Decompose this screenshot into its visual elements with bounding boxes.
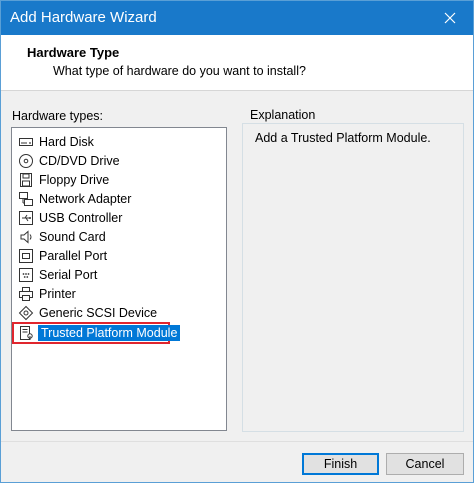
- list-item-hard-disk[interactable]: Hard Disk: [18, 133, 218, 151]
- window-title: Add Hardware Wizard: [10, 9, 157, 26]
- list-item-generic-scsi-device[interactable]: Generic SCSI Device: [18, 304, 218, 322]
- list-item-network-adapter[interactable]: Network Adapter: [18, 190, 218, 208]
- add-hardware-wizard-window: Add Hardware Wizard Hardware Type What t…: [0, 0, 474, 483]
- sound-card-icon: [18, 229, 34, 245]
- list-item-serial-port[interactable]: Serial Port: [18, 266, 218, 284]
- finish-button[interactable]: Finish: [302, 453, 379, 475]
- usb-controller-icon: [18, 210, 34, 226]
- list-item-trusted-platform-module[interactable]: Trusted Platform Module: [12, 322, 181, 344]
- title-bar[interactable]: Add Hardware Wizard: [1, 1, 473, 35]
- list-item-parallel-port[interactable]: Parallel Port: [18, 247, 218, 265]
- close-button[interactable]: [427, 1, 473, 35]
- selected-item-label: Trusted Platform Module: [38, 325, 181, 341]
- tpm-icon: [18, 325, 34, 341]
- close-icon: [444, 12, 456, 24]
- list-item-cd-dvd-drive[interactable]: CD/DVD Drive: [18, 152, 218, 170]
- page-subtitle: What type of hardware do you want to ins…: [53, 64, 306, 78]
- network-adapter-icon: [18, 191, 34, 207]
- cd-dvd-drive-icon: [18, 153, 34, 169]
- printer-icon: [18, 286, 34, 302]
- list-item-printer[interactable]: Printer: [18, 285, 218, 303]
- list-item-sound-card[interactable]: Sound Card: [18, 228, 218, 246]
- hardware-types-list[interactable]: Hard Disk CD/DVD Drive Floppy Drive Netw…: [11, 127, 227, 431]
- explanation-text: Add a Trusted Platform Module.: [255, 131, 431, 145]
- hard-disk-icon: [18, 134, 34, 150]
- explanation-label: Explanation: [247, 108, 319, 122]
- serial-port-icon: [18, 267, 34, 283]
- cancel-button[interactable]: Cancel: [386, 453, 464, 475]
- floppy-drive-icon: [18, 172, 34, 188]
- page-title: Hardware Type: [27, 45, 120, 60]
- list-item-floppy-drive[interactable]: Floppy Drive: [18, 171, 218, 189]
- footer-divider: [1, 441, 473, 442]
- list-item-usb-controller[interactable]: USB Controller: [18, 209, 218, 227]
- wizard-header: Hardware Type What type of hardware do y…: [1, 35, 473, 91]
- hardware-types-label: Hardware types:: [12, 109, 104, 123]
- explanation-group: [242, 123, 464, 432]
- scsi-device-icon: [18, 305, 34, 321]
- parallel-port-icon: [18, 248, 34, 264]
